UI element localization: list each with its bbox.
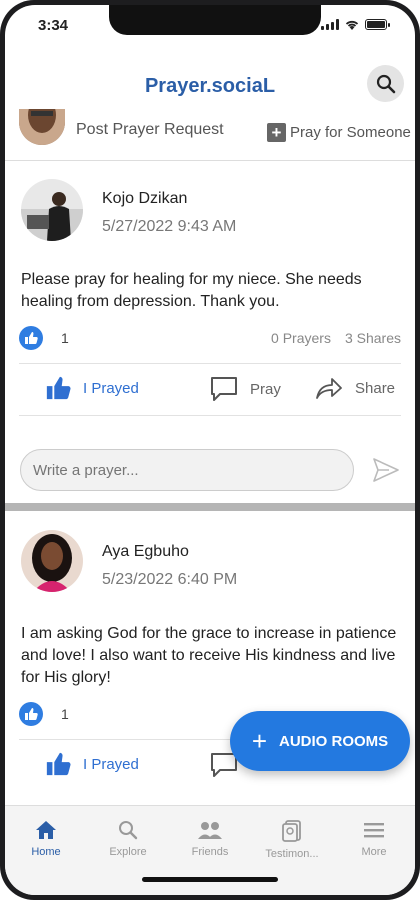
home-indicator xyxy=(142,877,278,882)
nav-label: Friends xyxy=(191,846,229,858)
thumbs-up-icon xyxy=(46,376,71,400)
share-button[interactable]: Share xyxy=(315,376,395,400)
pray-button[interactable]: Pray xyxy=(210,376,281,402)
battery-icon xyxy=(365,19,390,30)
comment-icon xyxy=(211,377,237,401)
reaction-summary: 1 0 Prayers 3 Shares xyxy=(19,326,401,352)
post-date: 5/23/2022 6:40 PM xyxy=(102,571,238,588)
like-count: 1 xyxy=(61,706,69,722)
add-icon: + xyxy=(267,123,286,142)
menu-icon xyxy=(364,823,384,838)
pray-for-someone-button[interactable]: + Pray for Someone xyxy=(267,123,411,142)
status-time: 3:34 xyxy=(38,17,69,34)
post-text: Please pray for healing for my niece. Sh… xyxy=(21,271,362,310)
search-button[interactable] xyxy=(367,65,404,102)
nav-label: Testimon... xyxy=(265,848,319,860)
pray-label: Pray xyxy=(250,380,281,398)
phone-frame: 3:34 Prayer.sociaL Post Prayer Request +… xyxy=(0,0,420,900)
nav-label: Explore xyxy=(109,846,147,858)
signal-icon xyxy=(321,19,339,30)
thumbs-up-icon xyxy=(46,752,71,776)
search-icon xyxy=(376,74,395,93)
friends-icon xyxy=(198,822,222,839)
audio-rooms-label: AUDIO ROOMS xyxy=(279,732,389,750)
pray-for-someone-label: Pray for Someone xyxy=(290,124,411,141)
nav-label: Home xyxy=(31,846,61,858)
i-prayed-label: I Prayed xyxy=(83,379,139,397)
home-icon xyxy=(36,821,56,839)
like-count: 1 xyxy=(61,330,69,346)
search-icon xyxy=(119,821,138,840)
i-prayed-button[interactable]: I Prayed xyxy=(45,375,139,401)
nav-item-home[interactable]: Home xyxy=(5,806,87,895)
author-name[interactable]: Kojo Dzikan xyxy=(102,190,187,208)
nav-label: More xyxy=(361,846,387,858)
post-text: I am asking God for the grace to increas… xyxy=(21,625,397,686)
app-title: Prayer.sociaL xyxy=(144,75,276,97)
share-icon xyxy=(316,378,342,399)
prayers-count[interactable]: 0 Prayers xyxy=(271,330,331,346)
author-name[interactable]: Aya Egbuho xyxy=(102,543,189,561)
post-prayer-request-button[interactable]: Post Prayer Request xyxy=(76,121,224,139)
notch xyxy=(109,5,321,35)
shares-count[interactable]: 3 Shares xyxy=(345,330,401,346)
i-prayed-label: I Prayed xyxy=(83,755,139,773)
audio-rooms-button[interactable]: + AUDIO ROOMS xyxy=(230,711,410,771)
like-icon xyxy=(19,702,43,726)
author-avatar[interactable] xyxy=(21,530,83,592)
post-date: 5/27/2022 9:43 AM xyxy=(102,218,237,235)
prayer-reply-input[interactable] xyxy=(20,449,354,491)
send-icon[interactable] xyxy=(371,455,401,485)
testimony-icon xyxy=(282,820,301,842)
divider xyxy=(19,363,401,364)
share-label: Share xyxy=(355,379,396,397)
post-separator xyxy=(5,503,415,511)
plus-icon: + xyxy=(251,726,267,756)
wifi-icon xyxy=(345,20,359,30)
user-avatar xyxy=(19,109,65,145)
status-icons xyxy=(321,19,390,30)
divider xyxy=(19,415,401,416)
compose-bar: Post Prayer Request + Pray for Someone xyxy=(5,109,415,161)
like-icon xyxy=(19,326,43,350)
nav-item-more[interactable]: More xyxy=(333,806,415,895)
i-prayed-button[interactable]: I Prayed xyxy=(45,751,139,777)
post-card: Kojo Dzikan 5/27/2022 9:43 AM Please pra… xyxy=(5,161,415,505)
author-avatar[interactable] xyxy=(21,179,83,241)
app-screen: 3:34 Prayer.sociaL Post Prayer Request +… xyxy=(5,5,415,895)
